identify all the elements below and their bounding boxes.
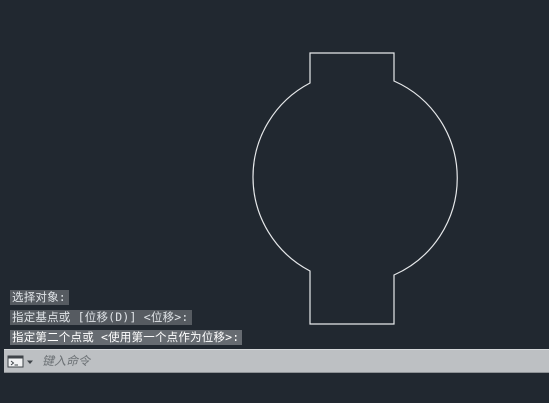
chevron-down-icon — [27, 360, 33, 364]
cad-drawing-area[interactable]: 选择对象: 指定基点或 [位移(D)] <位移>: 指定第二个点或 <使用第一个… — [0, 0, 549, 403]
bottom-canvas-strip — [0, 374, 549, 403]
command-history-line: 选择对象: — [10, 290, 69, 305]
drawn-shape-outline[interactable] — [252, 52, 458, 325]
command-line-bar — [4, 349, 549, 373]
current-command-prompt: 指定第二个点或 <使用第一个点作为位移>: — [10, 330, 243, 345]
command-prompt-icon — [7, 355, 33, 368]
command-input[interactable] — [40, 352, 544, 370]
command-prompt-menu-button[interactable] — [7, 353, 37, 370]
command-history-line: 指定基点或 [位移(D)] <位移>: — [10, 310, 192, 325]
